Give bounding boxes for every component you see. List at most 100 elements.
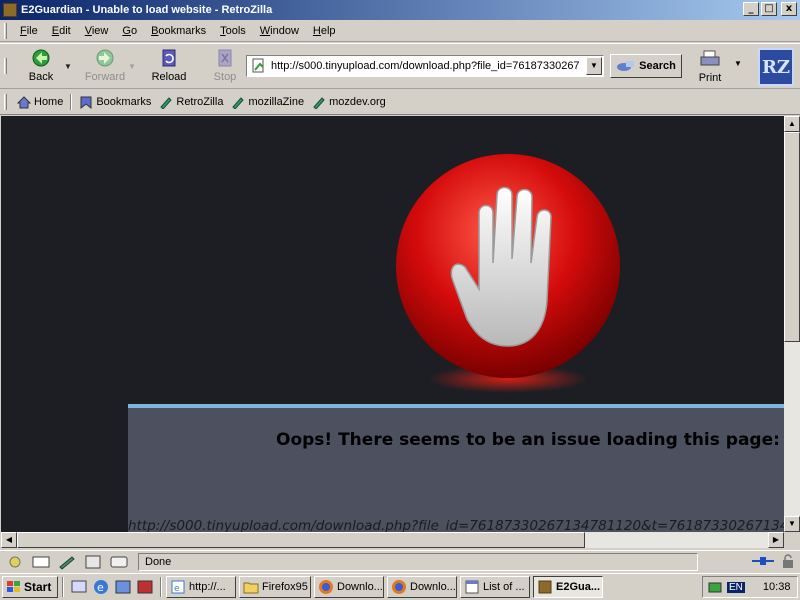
toolbar-grip <box>4 58 7 74</box>
folder-icon <box>243 582 259 594</box>
print-dropdown-icon[interactable]: ▼ <box>734 59 742 68</box>
chat-icon[interactable] <box>108 554 130 570</box>
back-label: Back <box>28 71 54 83</box>
composer-icon[interactable] <box>56 554 78 570</box>
menu-view[interactable]: View <box>78 23 116 39</box>
url-dropdown-icon[interactable]: ▼ <box>586 57 602 75</box>
clock[interactable]: 10:38 <box>763 581 791 593</box>
task-list-window[interactable]: List of ... <box>460 576 530 598</box>
bookmarks-label: Bookmarks <box>96 96 152 108</box>
reload-button[interactable]: Reload <box>141 45 197 87</box>
ie-icon[interactable]: e <box>92 578 110 596</box>
network-icon[interactable] <box>114 578 132 596</box>
error-title: Oops! There seems to be an issue loading… <box>276 430 780 450</box>
show-desktop-icon[interactable] <box>70 578 88 596</box>
separator <box>62 577 64 597</box>
reload-icon <box>162 49 176 67</box>
print-button[interactable]: Print <box>690 46 730 88</box>
address-book-icon[interactable] <box>82 554 104 570</box>
personal-toolbar: Home Bookmarks RetroZilla mozillaZine mo… <box>0 90 800 115</box>
scroll-down-icon[interactable]: ▼ <box>784 516 800 532</box>
menu-edit[interactable]: Edit <box>45 23 78 39</box>
bookmarks-button[interactable]: Bookmarks <box>75 96 155 109</box>
start-button[interactable]: Start <box>2 576 58 598</box>
url-text[interactable]: http://s000.tinyupload.com/download.php?… <box>271 60 586 72</box>
window-icon <box>465 580 479 594</box>
home-label: Home <box>34 96 64 108</box>
menu-window[interactable]: Window <box>253 23 306 39</box>
home-button[interactable]: Home <box>13 95 67 109</box>
bookmark-mozdev[interactable]: mozdev.org <box>308 96 390 109</box>
search-label: Search <box>639 60 676 72</box>
back-dropdown-icon[interactable]: ▼ <box>63 62 73 71</box>
task-firefox-download-1[interactable]: Downlo... <box>314 576 384 598</box>
menu-bar: File Edit View Go Bookmarks Tools Window… <box>0 21 800 42</box>
back-button[interactable]: Back <box>13 45 69 87</box>
firefox-icon <box>319 580 333 594</box>
home-icon <box>17 95 31 108</box>
bookmark-mozillazine[interactable]: mozillaZine <box>227 96 308 109</box>
language-indicator[interactable]: EN <box>727 581 745 593</box>
toolbar-grip <box>4 23 7 39</box>
menu-help[interactable]: Help <box>306 23 343 39</box>
error-panel: Oops! There seems to be an issue loading… <box>128 404 784 532</box>
ie-page-icon: e <box>171 580 185 594</box>
menu-bookmarks[interactable]: Bookmarks <box>144 23 213 39</box>
window-title: E2Guardian - Unable to load website - Re… <box>21 4 273 16</box>
vertical-scroll-thumb[interactable] <box>784 132 800 342</box>
bookmark-link-icon <box>313 96 325 109</box>
system-tray: EN 10:38 <box>702 576 798 598</box>
print-label: Print <box>698 72 722 84</box>
bookmark-link-icon <box>160 96 173 109</box>
separator <box>70 94 73 110</box>
search-button[interactable]: Search <box>610 54 682 78</box>
security-lock-icon[interactable] <box>780 554 796 568</box>
menu-tools[interactable]: Tools <box>213 23 253 39</box>
scroll-up-icon[interactable]: ▲ <box>784 116 800 132</box>
stop-icon <box>218 49 232 67</box>
tray-network-icon[interactable] <box>707 579 723 595</box>
media-icon[interactable] <box>136 578 154 596</box>
task-ie-page[interactable]: e http://... <box>166 576 236 598</box>
stop-label: Stop <box>213 71 237 83</box>
retrozilla-icon <box>538 580 552 594</box>
forward-dropdown-icon[interactable]: ▼ <box>127 62 137 71</box>
reload-label: Reload <box>151 71 187 83</box>
bookmarks-icon <box>80 96 92 109</box>
bookmark-label: mozdev.org <box>329 96 386 108</box>
menu-go[interactable]: Go <box>115 23 144 39</box>
mail-icon[interactable] <box>30 554 52 570</box>
status-text: Done <box>138 552 698 571</box>
close-button[interactable]: x <box>781 2 797 16</box>
svg-text:e: e <box>174 584 180 594</box>
toolbar-grip <box>4 94 7 110</box>
scroll-left-icon[interactable]: ◀ <box>1 532 17 548</box>
menu-file[interactable]: File <box>13 23 45 39</box>
maximize-button[interactable]: □ <box>761 2 777 16</box>
horizontal-scroll-thumb[interactable] <box>17 532 585 548</box>
navigator-icon[interactable] <box>4 554 26 570</box>
minimize-button[interactable]: _ <box>743 2 759 16</box>
forward-arrow-icon <box>96 49 114 67</box>
bookmark-label: mozillaZine <box>248 96 305 108</box>
title-bar: E2Guardian - Unable to load website - Re… <box>0 0 800 20</box>
vertical-scrollbar[interactable]: ▲ ▼ <box>784 116 800 532</box>
taskbar: Start e e http://... Firefox95 Downlo...… <box>0 573 800 600</box>
task-retrozilla[interactable]: E2Gua... <box>533 576 603 598</box>
task-firefox-download-2[interactable]: Downlo... <box>387 576 457 598</box>
forward-button[interactable]: Forward <box>77 45 133 87</box>
url-bar[interactable]: http://s000.tinyupload.com/download.php?… <box>246 55 604 77</box>
error-url: http://s000.tinyupload.com/download.php?… <box>128 518 784 532</box>
task-folder[interactable]: Firefox95 <box>239 576 311 598</box>
stop-button[interactable]: Stop <box>197 45 253 87</box>
bookmark-link-icon <box>232 96 245 109</box>
task-label: E2Gua... <box>556 581 601 593</box>
status-bar: Done <box>0 550 800 572</box>
online-status-icon[interactable] <box>750 554 776 568</box>
scroll-right-icon[interactable]: ▶ <box>768 532 784 548</box>
app-icon <box>3 3 17 17</box>
retrozilla-logo[interactable]: RZ <box>758 48 794 86</box>
printer-icon <box>700 50 720 66</box>
horizontal-scrollbar[interactable]: ◀ ▶ <box>1 532 784 548</box>
bookmark-retrozilla[interactable]: RetroZilla <box>155 96 227 109</box>
